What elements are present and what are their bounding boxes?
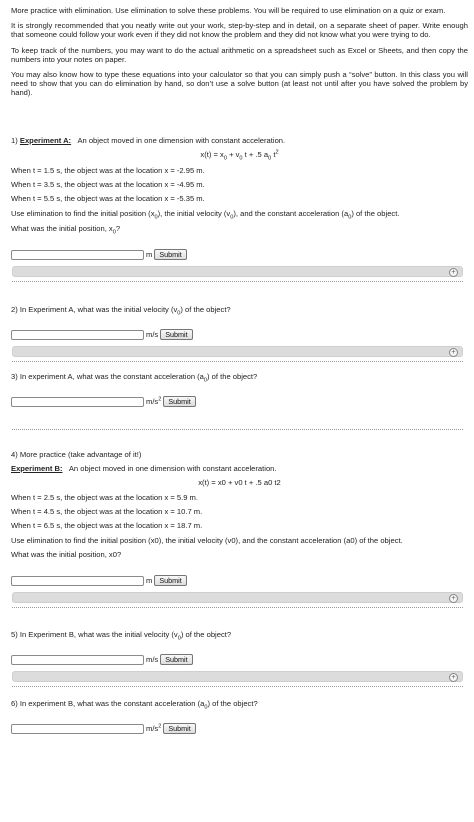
answer-input-6[interactable]	[11, 723, 144, 734]
unit-label: m/s	[146, 655, 159, 665]
data-line: When t = 1.5 s, the object was at the lo…	[11, 165, 205, 175]
submit-button-6[interactable]: Submit	[163, 723, 196, 735]
divider	[12, 606, 463, 608]
intro-paragraph: More practice with elimination. Use elim…	[11, 6, 446, 15]
question-1-heading: 1) Experiment A: An object moved in one …	[11, 135, 286, 145]
divider	[12, 280, 463, 282]
question-prompt: 3) In experiment A, what was the constan…	[11, 371, 258, 384]
intro-paragraph: You may also know how to type these equa…	[11, 70, 468, 98]
submit-button-4[interactable]: Submit	[154, 575, 187, 587]
question-prompt: 2) In Experiment A, what was the initial…	[11, 304, 231, 317]
question-prompt: What was the initial position, x0?	[11, 549, 122, 559]
data-line: When t = 3.5 s, the object was at the lo…	[11, 179, 205, 189]
question-6: 6) In experiment B, what was the constan…	[11, 699, 468, 735]
question-prompt: 5) In Experiment B, what was the initial…	[11, 629, 232, 642]
divider	[12, 360, 463, 362]
feedback-panel-1[interactable]: +	[12, 265, 463, 277]
answer-input-5[interactable]	[11, 654, 144, 665]
unit-label: m/s	[146, 330, 159, 340]
divider	[12, 428, 463, 430]
data-line: When t = 5.5 s, the object was at the lo…	[11, 193, 205, 203]
data-line: When t = 2.5 s, the object was at the lo…	[11, 492, 198, 502]
submit-button-5[interactable]: Submit	[160, 654, 193, 666]
answer-input-4[interactable]	[11, 575, 144, 586]
instruction-text: Use elimination to find the initial posi…	[11, 208, 400, 221]
answer-input-2[interactable]	[11, 329, 144, 340]
expand-icon[interactable]: +	[449, 347, 458, 357]
feedback-panel-2[interactable]: +	[12, 345, 463, 357]
intro-paragraph: To keep track of the numbers, you may wa…	[11, 45, 468, 64]
answer-input-3[interactable]	[11, 396, 144, 407]
answer-input-1[interactable]	[11, 249, 144, 260]
expand-icon[interactable]: +	[449, 593, 458, 603]
submit-button-1[interactable]: Submit	[154, 249, 187, 261]
expand-icon[interactable]: +	[449, 672, 458, 682]
unit-label: m	[146, 576, 153, 586]
experiment-b-label: Experiment B:	[11, 463, 63, 473]
data-line: When t = 6.5 s, the object was at the lo…	[11, 520, 203, 530]
experiment-a-label: Experiment A:	[19, 135, 72, 145]
intro-paragraph: It is strongly recommended that you neat…	[11, 21, 468, 40]
question-3: 3) In experiment A, what was the constan…	[11, 372, 468, 430]
question-prompt: 6) In experiment B, what was the constan…	[11, 698, 258, 711]
instruction-text: Use elimination to find the initial posi…	[11, 535, 403, 545]
question-4-heading: Experiment B: An object moved in one dim…	[11, 463, 277, 473]
question-prompt: What was the initial position, x0?	[11, 223, 121, 236]
question-4: 4) More practice (take advantage of it!)…	[11, 450, 468, 608]
unit-label: m/s2	[146, 723, 162, 734]
equation: x(t) = x0 + v0 t + .5 a0 t2	[198, 477, 281, 487]
submit-button-3[interactable]: Submit	[163, 396, 196, 408]
question-2: 2) In Experiment A, what was the initial…	[11, 305, 468, 362]
question-1: 1) Experiment A: An object moved in one …	[11, 136, 468, 282]
question-4-title: 4) More practice (take advantage of it!)	[11, 449, 142, 459]
expand-icon[interactable]: +	[449, 267, 458, 277]
submit-button-2[interactable]: Submit	[160, 329, 193, 341]
question-5: 5) In Experiment B, what was the initial…	[11, 630, 468, 687]
equation: x(t) = x0 + v0 t + .5 a0 t2	[200, 149, 279, 162]
divider	[12, 685, 463, 687]
feedback-panel-4[interactable]: +	[12, 591, 463, 603]
unit-label: m/s2	[146, 396, 162, 407]
feedback-panel-5[interactable]: +	[12, 670, 463, 682]
unit-label: m	[146, 250, 153, 260]
data-line: When t = 4.5 s, the object was at the lo…	[11, 506, 203, 516]
